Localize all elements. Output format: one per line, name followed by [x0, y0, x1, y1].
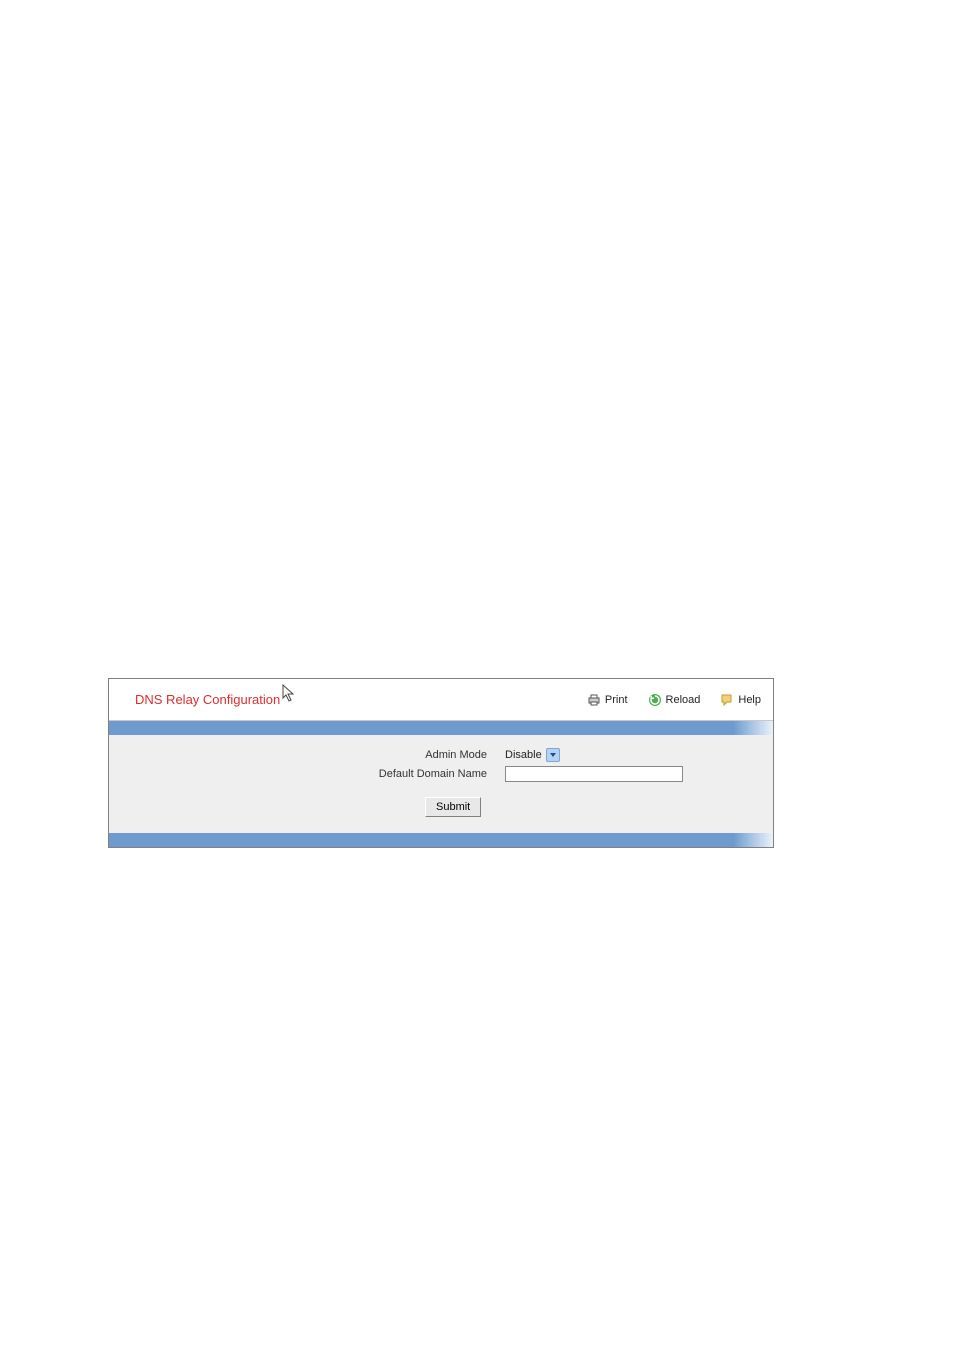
divider-bottom [109, 833, 773, 847]
default-domain-label: Default Domain Name [109, 768, 505, 780]
config-panel: DNS Relay Configuration Print Reload [108, 678, 774, 848]
reload-label: Reload [666, 694, 701, 706]
help-label: Help [738, 694, 761, 706]
admin-mode-row: Admin Mode Disable [109, 745, 773, 764]
admin-mode-select[interactable]: Disable [505, 748, 560, 762]
print-icon [587, 693, 601, 707]
help-button[interactable]: Help [720, 693, 761, 707]
divider-top [109, 721, 773, 735]
admin-mode-value: Disable [505, 749, 542, 761]
default-domain-control [505, 766, 683, 782]
form-area: Admin Mode Disable Default Domain Name S… [109, 735, 773, 833]
submit-row: Submit [109, 783, 773, 823]
submit-button[interactable]: Submit [425, 797, 481, 817]
chevron-down-icon [546, 748, 560, 762]
print-label: Print [605, 694, 628, 706]
panel-header: DNS Relay Configuration Print Reload [109, 679, 773, 721]
page-title: DNS Relay Configuration [135, 692, 280, 707]
cursor-icon [282, 684, 296, 702]
reload-button[interactable]: Reload [648, 693, 701, 707]
default-domain-row: Default Domain Name [109, 764, 773, 783]
admin-mode-label: Admin Mode [109, 749, 505, 761]
help-icon [720, 693, 734, 707]
reload-icon [648, 693, 662, 707]
default-domain-input[interactable] [505, 766, 683, 782]
print-button[interactable]: Print [587, 693, 628, 707]
header-actions: Print Reload Help [587, 693, 761, 707]
admin-mode-control: Disable [505, 748, 560, 762]
